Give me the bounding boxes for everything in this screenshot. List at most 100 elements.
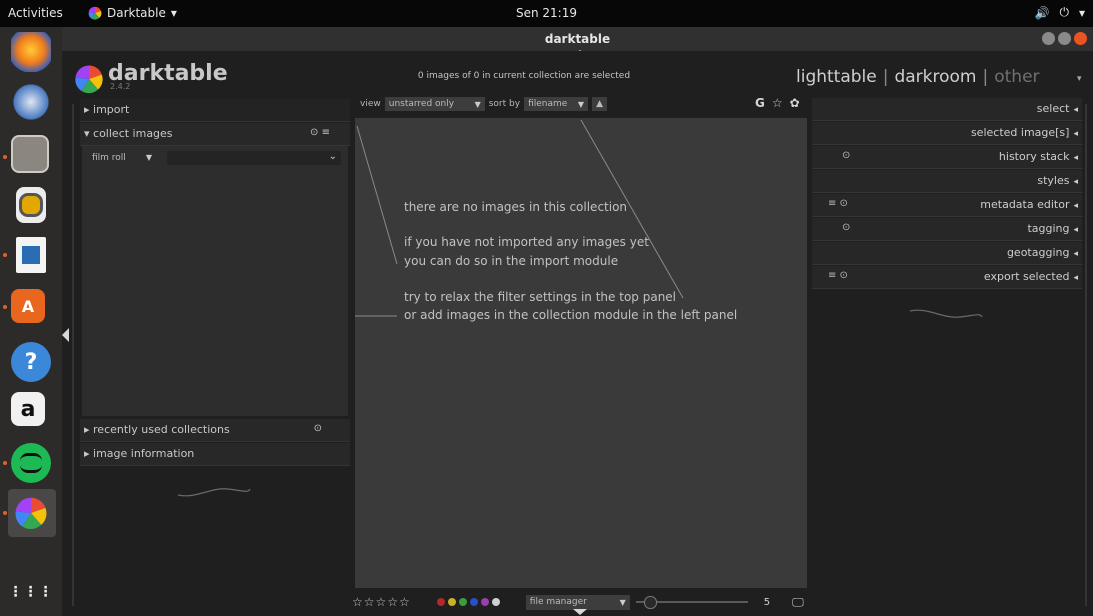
star-rating-filter[interactable]: ☆☆☆☆☆ <box>352 595 411 609</box>
star-overlay-button[interactable]: ☆ <box>772 96 783 110</box>
empty-message-line-5: or add images in the collection module i… <box>404 308 738 322</box>
presets-icon[interactable]: ≡ <box>322 127 330 138</box>
reset-icon[interactable]: ⊙ <box>310 127 318 138</box>
volume-icon: 🔊 <box>1034 5 1050 20</box>
right-module-label: metadata editor <box>980 198 1070 211</box>
collection-property-select[interactable]: film roll ▼ <box>92 153 152 163</box>
window-title: darktable <box>544 32 611 46</box>
view-separator: | <box>882 67 889 87</box>
clock[interactable]: Sen 21:19 <box>516 6 577 20</box>
rhythmbox-icon[interactable] <box>16 187 46 223</box>
view-darkroom[interactable]: darkroom <box>894 67 976 87</box>
header-dropdown-icon[interactable]: ▾ <box>1077 74 1082 84</box>
color-label-dot[interactable] <box>458 598 467 606</box>
right-module-header[interactable]: ⊙ history stack ◂ <box>812 146 1082 169</box>
collapse-arrow-icon: ◂ <box>1073 105 1078 115</box>
reset-icon[interactable]: ⊙ <box>314 423 322 434</box>
right-module-header[interactable]: styles ◂ <box>812 170 1082 193</box>
darktable-dock-icon[interactable] <box>11 493 51 533</box>
sort-by-label: sort by <box>488 99 521 109</box>
recently-used-collections-header[interactable]: ▸ recently used collections ⊙ <box>80 419 350 442</box>
layout-value: file manager <box>529 597 587 607</box>
display-profile-icon[interactable]: 🖵 <box>792 595 804 610</box>
right-module-header[interactable]: geotagging ◂ <box>812 242 1082 265</box>
lighttable-center-area[interactable]: there are no images in this collection i… <box>355 118 807 588</box>
color-labels <box>436 598 500 606</box>
import-label: import <box>93 103 130 116</box>
speaker-cone-icon <box>19 193 43 217</box>
sort-direction-button[interactable]: ▲ <box>592 97 607 111</box>
module-icons[interactable]: ≡ ⊙ <box>828 198 848 209</box>
zoom-slider[interactable] <box>635 596 748 609</box>
chevron-down-icon: ▼ <box>474 99 481 109</box>
minimize-button[interactable] <box>1042 32 1055 45</box>
right-module-header[interactable]: ⊙ tagging ◂ <box>812 218 1082 241</box>
system-menu[interactable]: 🔊 ⏻ ▾ <box>1035 5 1085 20</box>
right-module-header[interactable]: selected image[s] ◂ <box>812 122 1082 145</box>
amazon-icon[interactable]: a <box>11 392 45 426</box>
collection-rule-input[interactable]: ⌄ <box>167 151 341 165</box>
chevron-down-icon: ▼ <box>619 597 626 607</box>
right-module-label: export selected <box>983 270 1070 283</box>
color-label-dot[interactable] <box>436 598 445 606</box>
power-icon: ⏻ <box>1059 5 1069 19</box>
app-menu[interactable]: Darktable ▾ <box>88 6 177 20</box>
view-other[interactable]: other <box>994 67 1039 87</box>
view-lighttable[interactable]: lighttable <box>796 67 877 87</box>
color-label-dot[interactable] <box>469 598 478 606</box>
right-module-label: tagging <box>1027 222 1070 235</box>
zoom-slider-handle[interactable] <box>643 596 657 609</box>
collapse-arrow-icon: ◂ <box>1073 153 1078 163</box>
launcher-dock: A ? a ⋮⋮⋮ <box>0 27 62 616</box>
window-titlebar[interactable]: darktable <box>62 27 1093 51</box>
firefox-icon[interactable] <box>11 32 51 72</box>
right-module-label: geotagging <box>1006 246 1070 259</box>
bottom-panel-collapse-icon[interactable] <box>573 609 587 615</box>
module-icons[interactable]: ≡ ⊙ <box>828 270 848 281</box>
show-applications-icon[interactable]: ⋮⋮⋮ <box>9 572 53 612</box>
view-separator: | <box>982 67 989 87</box>
files-icon[interactable] <box>11 135 49 173</box>
right-module-header[interactable]: ≡ ⊙ metadata editor ◂ <box>812 194 1082 217</box>
preferences-gear-icon[interactable]: ✿ <box>790 96 800 110</box>
right-module-label: styles <box>1037 174 1070 187</box>
import-module-header[interactable]: ▸ import <box>80 99 350 122</box>
selection-status: 0 images of 0 in current collection are … <box>417 71 631 81</box>
bottom-toolbar: ☆☆☆☆☆ file manager ▼ 5 🖵 <box>352 594 804 610</box>
version-label: 2.4.2 <box>110 82 131 91</box>
color-label-dot[interactable] <box>491 598 500 606</box>
maximize-button[interactable] <box>1058 32 1071 45</box>
collect-images-label: collect images <box>93 127 173 140</box>
color-label-dot[interactable] <box>480 598 489 606</box>
software-center-icon[interactable]: A <box>11 289 45 323</box>
right-module-header[interactable]: select ◂ <box>812 98 1082 121</box>
help-icon[interactable]: ? <box>11 342 51 382</box>
right-module-header[interactable]: ≡ ⊙ export selected ◂ <box>812 266 1082 289</box>
collection-property-value: film roll <box>92 153 126 163</box>
color-label-dot[interactable] <box>447 598 456 606</box>
chevron-down-icon: ▼ <box>577 99 585 109</box>
app-menu-caret-icon: ▾ <box>170 6 177 20</box>
collect-images-body: film roll ▼ ⌄ <box>82 146 348 416</box>
layout-select[interactable]: file manager ▼ <box>525 594 630 610</box>
collapse-arrow-icon: ◂ <box>1073 129 1078 139</box>
collect-images-header[interactable]: ▾ collect images ⊙ ≡ <box>80 123 350 146</box>
spotify-icon[interactable] <box>11 443 51 483</box>
expand-arrow-icon: ▸ <box>84 423 90 436</box>
thunderbird-icon[interactable] <box>11 82 51 122</box>
libreoffice-writer-icon[interactable] <box>16 237 46 273</box>
left-panel-collapse-icon[interactable] <box>62 328 69 342</box>
close-button[interactable] <box>1074 32 1087 45</box>
sort-by-select[interactable]: filename ▼ <box>524 97 589 111</box>
view-filter-select[interactable]: unstarred only ▼ <box>384 97 485 111</box>
collapse-arrow-icon: ◂ <box>1073 225 1078 235</box>
module-icons[interactable]: ⊙ <box>842 222 850 233</box>
running-indicator <box>3 305 7 309</box>
panel-ornament-icon <box>909 309 983 318</box>
module-icons[interactable]: ⊙ <box>842 150 850 161</box>
activities-button[interactable]: Activities <box>8 6 63 20</box>
view-filter-label: view <box>360 99 381 109</box>
running-indicator <box>3 511 7 515</box>
image-information-header[interactable]: ▸ image information <box>80 443 350 466</box>
grouping-button[interactable]: G <box>755 96 765 110</box>
